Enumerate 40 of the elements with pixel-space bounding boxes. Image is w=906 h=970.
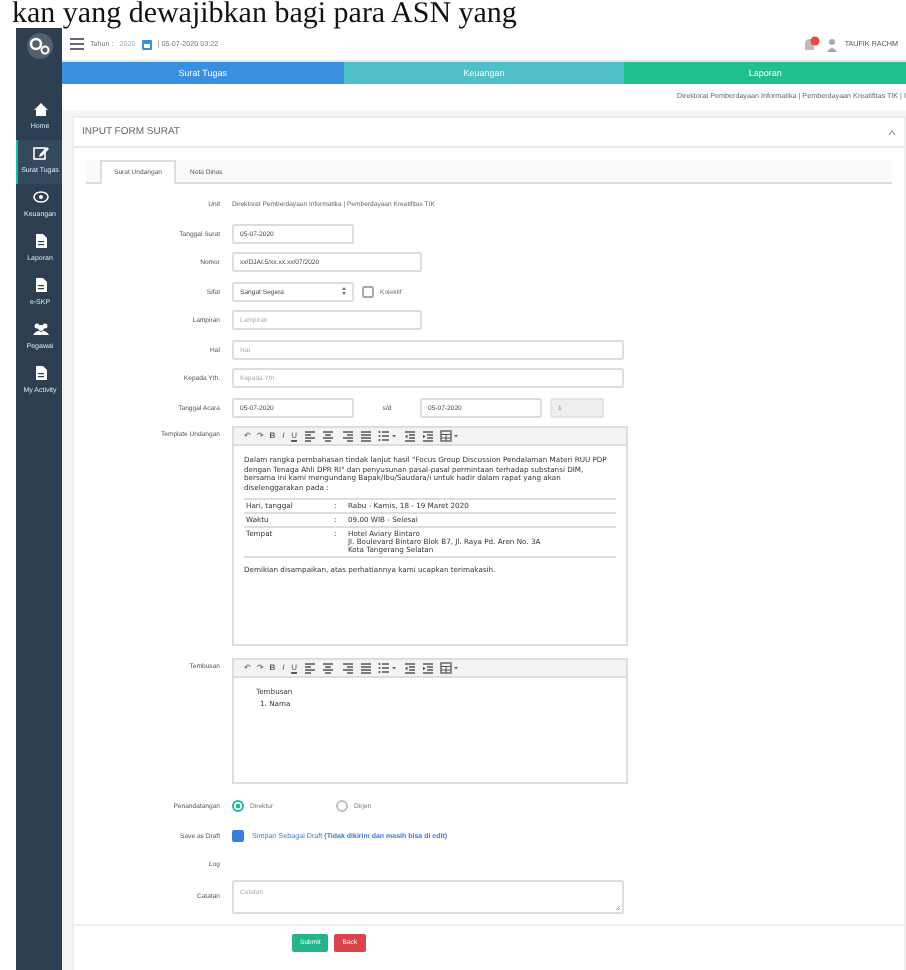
bell-icon xyxy=(802,36,821,52)
indent-icon[interactable] xyxy=(422,430,435,442)
document-icon xyxy=(31,364,49,382)
indent-icon[interactable] xyxy=(422,662,435,674)
checkbox[interactable] xyxy=(362,285,374,298)
checkbox[interactable] xyxy=(232,829,244,842)
radio-button[interactable] xyxy=(232,800,244,813)
align-justify-icon[interactable] xyxy=(360,662,373,674)
document-icon xyxy=(31,276,49,294)
radio-button[interactable] xyxy=(336,800,348,813)
align-center-icon[interactable] xyxy=(322,430,335,442)
document-icon xyxy=(31,232,49,250)
outdent-icon[interactable] xyxy=(403,662,416,674)
align-left-icon[interactable] xyxy=(303,662,316,674)
eye-icon xyxy=(31,188,49,206)
list-icon[interactable] xyxy=(378,430,391,442)
gear-logo-icon xyxy=(25,32,53,60)
document-text: kan yang dewajibkan bagi para ASN yang xyxy=(10,0,519,28)
outdent-icon[interactable] xyxy=(403,430,416,442)
chevron-up-icon xyxy=(888,129,896,135)
align-right-icon[interactable] xyxy=(341,662,354,674)
home-icon xyxy=(31,100,49,118)
align-left-icon[interactable] xyxy=(303,430,316,442)
align-justify-icon[interactable] xyxy=(360,430,373,442)
caret-down-icon xyxy=(454,434,459,438)
caret-down-icon xyxy=(392,434,397,438)
table-icon[interactable] xyxy=(440,662,453,674)
align-center-icon[interactable] xyxy=(322,662,335,674)
table-icon[interactable] xyxy=(440,430,453,442)
menu-icon xyxy=(70,38,84,50)
caret-down-icon xyxy=(392,666,397,670)
rich-text-editor[interactable] xyxy=(232,426,628,646)
user-icon xyxy=(826,37,839,51)
edit-icon xyxy=(31,144,49,162)
align-right-icon[interactable] xyxy=(341,430,354,442)
people-icon xyxy=(31,320,49,338)
calendar-icon xyxy=(141,39,152,49)
caret-down-icon xyxy=(454,666,459,670)
select-arrows-icon xyxy=(342,286,346,297)
list-icon[interactable] xyxy=(378,662,391,674)
